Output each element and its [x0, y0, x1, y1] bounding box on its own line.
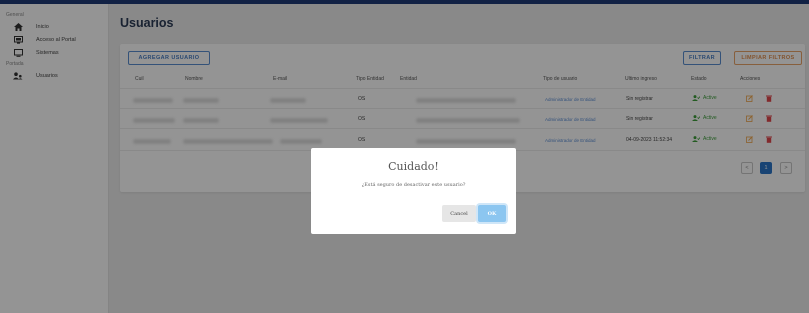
ok-button[interactable]: OK: [478, 205, 506, 222]
dialog-message: ¿Está seguro de desactivar este usuario?: [361, 182, 466, 188]
dialog-title: Cuidado!: [388, 160, 439, 173]
cancel-button[interactable]: Cancel: [442, 205, 476, 222]
confirm-dialog: Cuidado! ¿Está seguro de desactivar este…: [311, 148, 516, 234]
